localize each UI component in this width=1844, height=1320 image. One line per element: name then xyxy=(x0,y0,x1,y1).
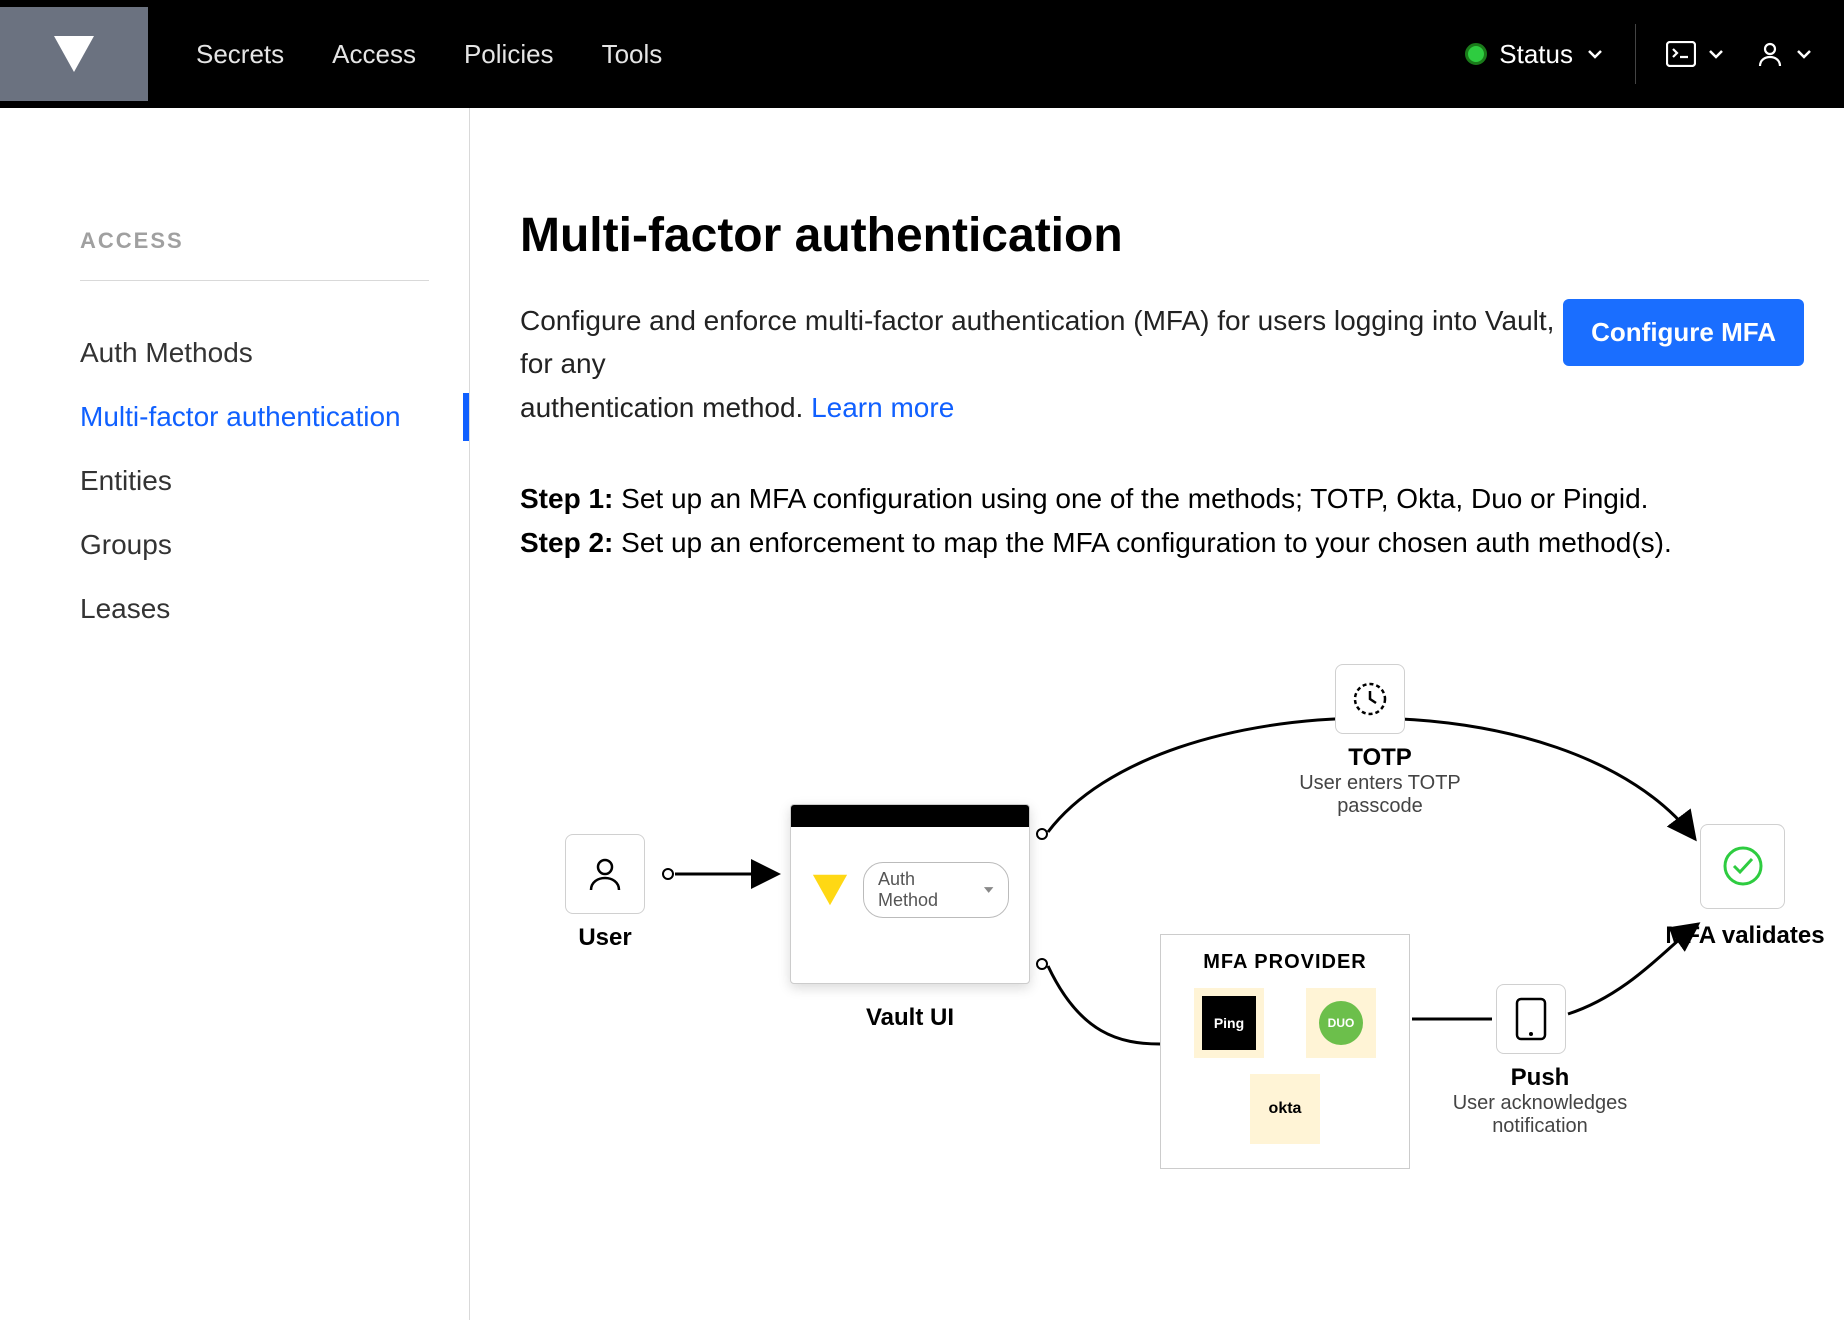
diagram-user-label: User xyxy=(575,924,635,952)
app-header: Secrets Access Policies Tools Status xyxy=(0,0,1844,108)
vault-logo[interactable] xyxy=(0,7,148,101)
phone-icon xyxy=(1514,996,1548,1042)
user-icon xyxy=(1756,40,1784,68)
step2-label: Step 2: xyxy=(520,527,613,558)
auth-method-pill-label: Auth Method xyxy=(878,869,975,911)
vault-logo-icon xyxy=(811,870,849,910)
chevron-down-icon xyxy=(1706,44,1726,64)
totp-subtitle: User enters TOTP passcode xyxy=(1280,772,1480,818)
status-indicator-icon xyxy=(1465,43,1487,65)
diagram-push-label: Push User acknowledges notification xyxy=(1440,1064,1640,1138)
header-divider xyxy=(1635,24,1636,84)
totp-title: TOTP xyxy=(1348,744,1412,771)
main-nav: Secrets Access Policies Tools xyxy=(196,39,662,70)
description-line1: Configure and enforce multi-factor authe… xyxy=(520,305,1554,379)
diagram-validates-label: MFA validates xyxy=(1640,922,1844,950)
ping-identity-icon: Ping xyxy=(1194,988,1264,1058)
mfa-flow-diagram: User Auth Method Vault UI TOTP User ente… xyxy=(520,624,1804,1224)
sidebar-item-mfa[interactable]: Multi-factor authentication xyxy=(80,385,429,449)
check-circle-icon xyxy=(1720,843,1766,889)
user-icon xyxy=(585,854,625,894)
chevron-down-icon xyxy=(1585,44,1605,64)
page-title: Multi-factor authentication xyxy=(520,208,1804,263)
sidebar-divider xyxy=(80,280,429,281)
page-description: Configure and enforce multi-factor authe… xyxy=(520,299,1563,429)
nav-secrets[interactable]: Secrets xyxy=(196,39,284,70)
step1-text: Set up an MFA configuration using one of… xyxy=(613,483,1648,514)
sidebar-item-auth-methods[interactable]: Auth Methods xyxy=(80,321,429,385)
configure-mfa-button[interactable]: Configure MFA xyxy=(1563,299,1804,366)
status-dropdown[interactable]: Status xyxy=(1465,39,1605,70)
push-subtitle: User acknowledges notification xyxy=(1440,1092,1640,1138)
mfa-provider-title: MFA PROVIDER xyxy=(1181,951,1389,974)
learn-more-link[interactable]: Learn more xyxy=(811,392,954,423)
diagram-totp-node xyxy=(1335,664,1405,734)
sidebar: ACCESS Auth Methods Multi-factor authent… xyxy=(0,108,470,1320)
caret-down-icon xyxy=(983,884,994,896)
diagram-validates-node xyxy=(1700,824,1785,909)
diagram-user-node xyxy=(565,834,645,914)
duo-icon: DUO xyxy=(1306,988,1376,1058)
sidebar-item-groups[interactable]: Groups xyxy=(80,513,429,577)
diagram-totp-label: TOTP User enters TOTP passcode xyxy=(1280,744,1480,818)
header-right: Status xyxy=(1465,24,1814,84)
nav-access[interactable]: Access xyxy=(332,39,416,70)
user-dropdown[interactable] xyxy=(1756,40,1814,68)
sidebar-item-entities[interactable]: Entities xyxy=(80,449,429,513)
diagram-push-node xyxy=(1496,984,1566,1054)
clock-icon xyxy=(1350,679,1390,719)
chevron-down-icon xyxy=(1794,44,1814,64)
nav-policies[interactable]: Policies xyxy=(464,39,554,70)
sidebar-item-leases[interactable]: Leases xyxy=(80,577,429,641)
description-line2: authentication method. xyxy=(520,392,803,423)
step1-label: Step 1: xyxy=(520,483,613,514)
nav-tools[interactable]: Tools xyxy=(602,39,663,70)
auth-method-pill: Auth Method xyxy=(863,862,1009,918)
main-content: Multi-factor authentication Configure an… xyxy=(470,108,1844,1320)
sidebar-section-title: ACCESS xyxy=(80,228,429,254)
vault-logo-icon xyxy=(52,32,96,76)
diagram-mfa-provider-node: MFA PROVIDER Ping DUO okta xyxy=(1160,934,1410,1169)
terminal-icon xyxy=(1666,41,1696,67)
status-label: Status xyxy=(1499,39,1573,70)
push-title: Push xyxy=(1511,1064,1570,1091)
console-dropdown[interactable] xyxy=(1666,41,1726,67)
okta-icon: okta xyxy=(1250,1074,1320,1144)
diagram-vault-ui-label: Vault UI xyxy=(850,1004,970,1032)
step2-text: Set up an enforcement to map the MFA con… xyxy=(613,527,1671,558)
setup-steps: Step 1: Set up an MFA configuration usin… xyxy=(520,477,1804,564)
diagram-vault-ui-node: Auth Method xyxy=(790,804,1030,984)
